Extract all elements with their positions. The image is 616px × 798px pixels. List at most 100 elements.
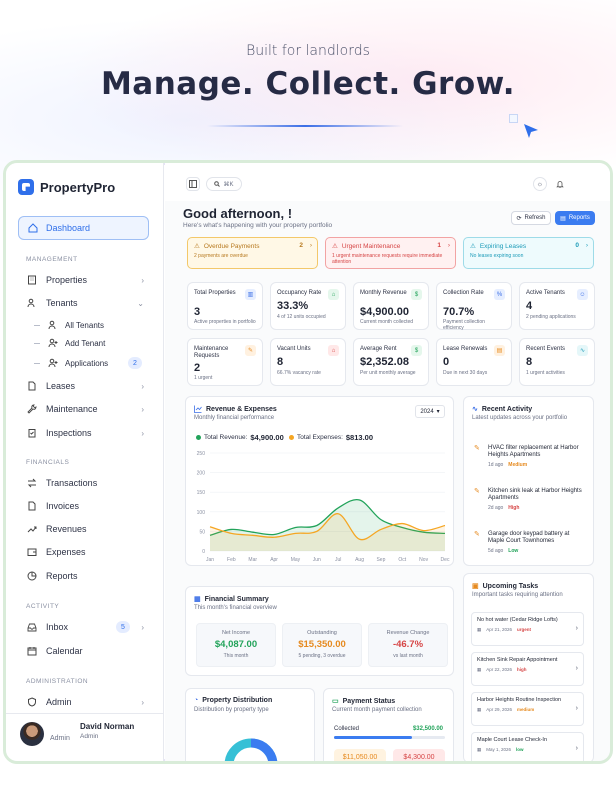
sidebar-item-inspections[interactable]: Inspections ›: [26, 425, 144, 441]
payment-status-panel: ▭ Payment Status Current month payment c…: [323, 688, 454, 761]
upcoming-tasks-panel: ▣ Upcoming Tasks Important tasks requiri…: [463, 573, 594, 761]
activity-item[interactable]: ✎ HVAC filter replacement at Harbor Heigh…: [474, 445, 586, 469]
sidebar-subitem-applications[interactable]: Applications 2: [34, 356, 144, 370]
stat-subtitle: Per unit monthly average: [360, 370, 416, 376]
chevron-right-icon: ›: [141, 381, 144, 391]
refresh-icon: ⟳: [516, 215, 522, 222]
stat-card[interactable]: Maintenance Requests 2 1 urgent ✎: [187, 338, 263, 386]
sidebar-item-revenues[interactable]: Revenues: [26, 521, 144, 537]
home-icon: ⌂: [328, 289, 339, 300]
task-meta: ▦ Apr 29, 2026 medium: [477, 707, 578, 713]
hero-underline: [207, 125, 403, 127]
logo-icon: [18, 179, 34, 195]
refresh-button[interactable]: ⟳ Refresh: [511, 211, 551, 225]
y-tick-label: 200: [197, 471, 206, 477]
sidebar-item-label: Add Tenant: [65, 338, 106, 348]
search-button[interactable]: ⌘K: [206, 177, 242, 191]
chart-icon: ▤: [560, 215, 566, 222]
summary-subtitle: vs last month: [393, 653, 423, 659]
sidebar-item-dashboard[interactable]: Dashboard: [18, 216, 149, 240]
avatar: [20, 722, 44, 746]
alert-card[interactable]: ⚠ Expiring Leases 0 › No leases expiring soo…: [463, 237, 594, 269]
activity-text: Garage door keypad battery at Maple Cour…: [488, 531, 570, 544]
app-logo[interactable]: PropertyPro: [18, 179, 115, 195]
inbox-count-badge: 5: [116, 621, 130, 633]
task-title: Kitchen Sink Repair Appointment: [477, 657, 558, 663]
notifications-button[interactable]: [553, 177, 567, 191]
reports-button[interactable]: ▤ Reports: [555, 211, 595, 225]
stat-card[interactable]: Active Tenants 4 2 pending applications ☺: [519, 282, 595, 330]
stat-card[interactable]: Lease Renewals 0 Due in next 30 days ▤: [436, 338, 512, 386]
tree-connector: [34, 362, 40, 364]
task-item[interactable]: Harbor Heights Routine Inspection ▦ Apr 29…: [471, 692, 584, 726]
sidebar-subitem-all-tenants[interactable]: All Tenants: [34, 318, 144, 332]
activity-text: Kitchen sink leak at Harbor Heights Apar…: [488, 488, 582, 501]
summary-label: Revenue Change: [386, 630, 430, 636]
chevron-right-icon: ›: [141, 697, 144, 707]
sidebar-item-invoices[interactable]: Invoices: [26, 498, 144, 514]
legend-label: Total Revenue:: [204, 434, 248, 441]
stat-label: Collection Rate: [443, 290, 484, 296]
stat-card[interactable]: Total Properties 3 Active properties in po…: [187, 282, 263, 330]
stat-card[interactable]: Average Rent $2,352.08 Per unit monthly av…: [353, 338, 429, 386]
y-tick-label: 100: [197, 510, 206, 516]
property-distribution-panel: ◔ Property Distribution Distribution by …: [185, 688, 315, 761]
stat-label: Monthly Revenue: [360, 290, 407, 296]
activity-item[interactable]: ✎ Garage door keypad battery at Maple Cou…: [474, 531, 586, 555]
sidebar-item-leases[interactable]: Leases ›: [26, 378, 144, 394]
task-item[interactable]: Kitchen Sink Repair Appointment ▦ Apr 22, …: [471, 652, 584, 686]
alert-card[interactable]: ⚠ Overdue Payments 2 › 2 payments are overdu…: [187, 237, 318, 269]
priority-badge: High: [508, 505, 520, 511]
summary-value: $4,087.00: [214, 639, 258, 650]
sidebar-item-inbox[interactable]: Inbox 5 ›: [26, 619, 144, 635]
sidebar-item-admin[interactable]: Admin ›: [26, 694, 144, 710]
calendar-icon: ▦: [477, 666, 482, 672]
panel-icon: [189, 180, 197, 188]
y-tick-label: 0: [202, 549, 205, 555]
stat-value: 8: [277, 356, 284, 368]
activity-item[interactable]: ✎ Kitchen sink leak at Harbor Heights Apa…: [474, 488, 586, 512]
sidebar-item-transactions[interactable]: Transactions: [26, 475, 144, 491]
stat-value: 2: [194, 362, 201, 374]
sidebar-item-properties[interactable]: Properties ›: [26, 272, 144, 288]
panel-title: Revenue & Expenses: [194, 405, 277, 413]
alert-subtitle: No leases expiring soon: [470, 253, 524, 259]
theme-toggle-button[interactable]: ☼: [533, 177, 547, 191]
sidebar-item-tenants[interactable]: Tenants ⌄: [26, 295, 144, 311]
sidebar-item-calendar[interactable]: Calendar: [26, 643, 144, 659]
sidebar-item-label: Revenues: [46, 524, 87, 534]
property-donut-chart: [224, 738, 278, 761]
task-item[interactable]: No hot water (Cedar Ridge Lofts) ▦ Apr 21,…: [471, 612, 584, 646]
swap-icon: [26, 478, 37, 489]
alert-card[interactable]: ⚠ Urgent Maintenance 1 › 1 urgent maintenanc…: [325, 237, 456, 269]
sidebar-item-label: Leases: [46, 381, 76, 391]
activity-icon: ∿: [577, 345, 588, 356]
calendar-icon: ▦: [477, 746, 482, 752]
y-tick-label: 150: [197, 490, 206, 496]
stat-subtitle: 1 urgent activities: [526, 370, 565, 376]
alert-title-row: ⚠ Expiring Leases: [470, 242, 587, 251]
sidebar-item-label: Applications: [65, 358, 109, 368]
stat-subtitle: Current month collected: [360, 319, 414, 325]
stat-card[interactable]: Vacant Units 8 66.7% vacancy rate ⌂: [270, 338, 346, 386]
sidebar-subitem-add-tenant[interactable]: Add Tenant: [34, 336, 144, 350]
user-plus-icon: [47, 338, 58, 349]
sidebar-item-expenses[interactable]: Expenses: [26, 544, 144, 560]
sidebar-item-maintenance[interactable]: Maintenance ›: [26, 401, 144, 417]
year-select[interactable]: 2024 ▾: [415, 405, 445, 418]
task-item[interactable]: Maple Court Lease Check-In ▦ May 1, 2026 lo…: [471, 732, 584, 761]
stat-card[interactable]: Collection Rate 70.7% Payment collection e…: [436, 282, 512, 331]
search-icon: [214, 181, 221, 187]
stat-card[interactable]: Recent Events 8 1 urgent activities ∿: [519, 338, 595, 386]
chevron-right-icon: ›: [585, 242, 588, 249]
alert-title: Overdue Payments: [203, 242, 260, 250]
user-profile[interactable]: Admin David Norman Admin: [6, 713, 163, 761]
revenue-panel-title: Revenue & Expenses: [206, 405, 277, 413]
sidebar-item-reports[interactable]: Reports: [26, 568, 144, 584]
sidebar-section-activity: ACTIVITY: [26, 603, 60, 610]
stat-card[interactable]: Monthly Revenue $4,900.00 Current month co…: [353, 282, 429, 330]
chevron-right-icon: ›: [309, 242, 312, 249]
stat-card[interactable]: Occupancy Rate 33.3% 4 of 12 units occupie…: [270, 282, 346, 330]
sidebar-toggle-button[interactable]: [186, 177, 200, 191]
task-meta: ▦ Apr 21, 2026 urgent: [477, 627, 578, 633]
